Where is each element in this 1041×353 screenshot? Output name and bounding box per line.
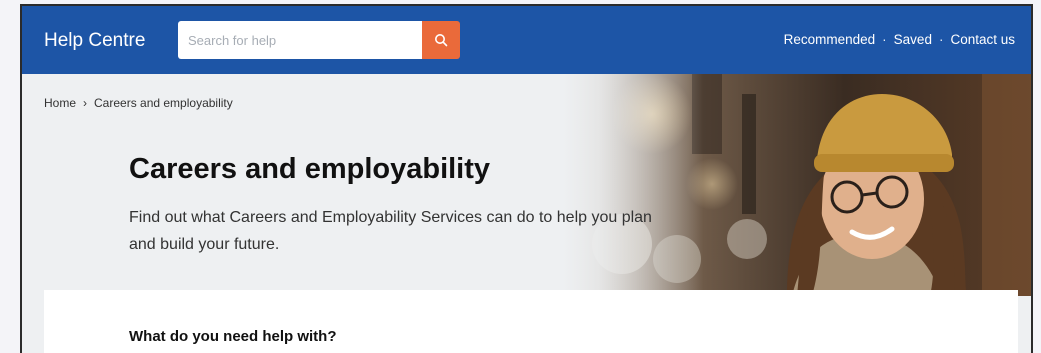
recommended-link[interactable]: Recommended (784, 32, 876, 47)
breadcrumb: Home › Careers and employability (44, 96, 233, 110)
breadcrumb-current: Careers and employability (94, 96, 233, 110)
browser-viewport: Help Centre Recommended · Saved · Contac… (20, 4, 1033, 353)
top-nav-links: Recommended · Saved · Contact us (784, 32, 1015, 47)
page-title: Careers and employability (129, 153, 491, 185)
search-input[interactable] (178, 21, 422, 59)
page-description: Find out what Careers and Employability … (129, 209, 652, 253)
nav-separator: · (938, 32, 944, 47)
top-navigation-bar: Help Centre Recommended · Saved · Contac… (22, 6, 1031, 74)
nav-separator: · (882, 32, 887, 47)
help-centre-logo-link[interactable]: Help Centre (44, 30, 145, 52)
saved-link[interactable]: Saved (894, 32, 932, 47)
breadcrumb-chevron-icon: › (83, 96, 88, 110)
search-icon (435, 34, 448, 47)
search-button[interactable] (422, 21, 460, 59)
help-topics-panel: What do you need help with? (44, 290, 1018, 353)
breadcrumb-home-link[interactable]: Home (44, 96, 76, 110)
search-bar (178, 21, 460, 59)
help-panel-heading: What do you need help with? (129, 328, 337, 345)
contact-us-link[interactable]: Contact us (950, 32, 1015, 47)
hero-image-fade (562, 74, 1031, 296)
hero-image (562, 74, 1031, 296)
